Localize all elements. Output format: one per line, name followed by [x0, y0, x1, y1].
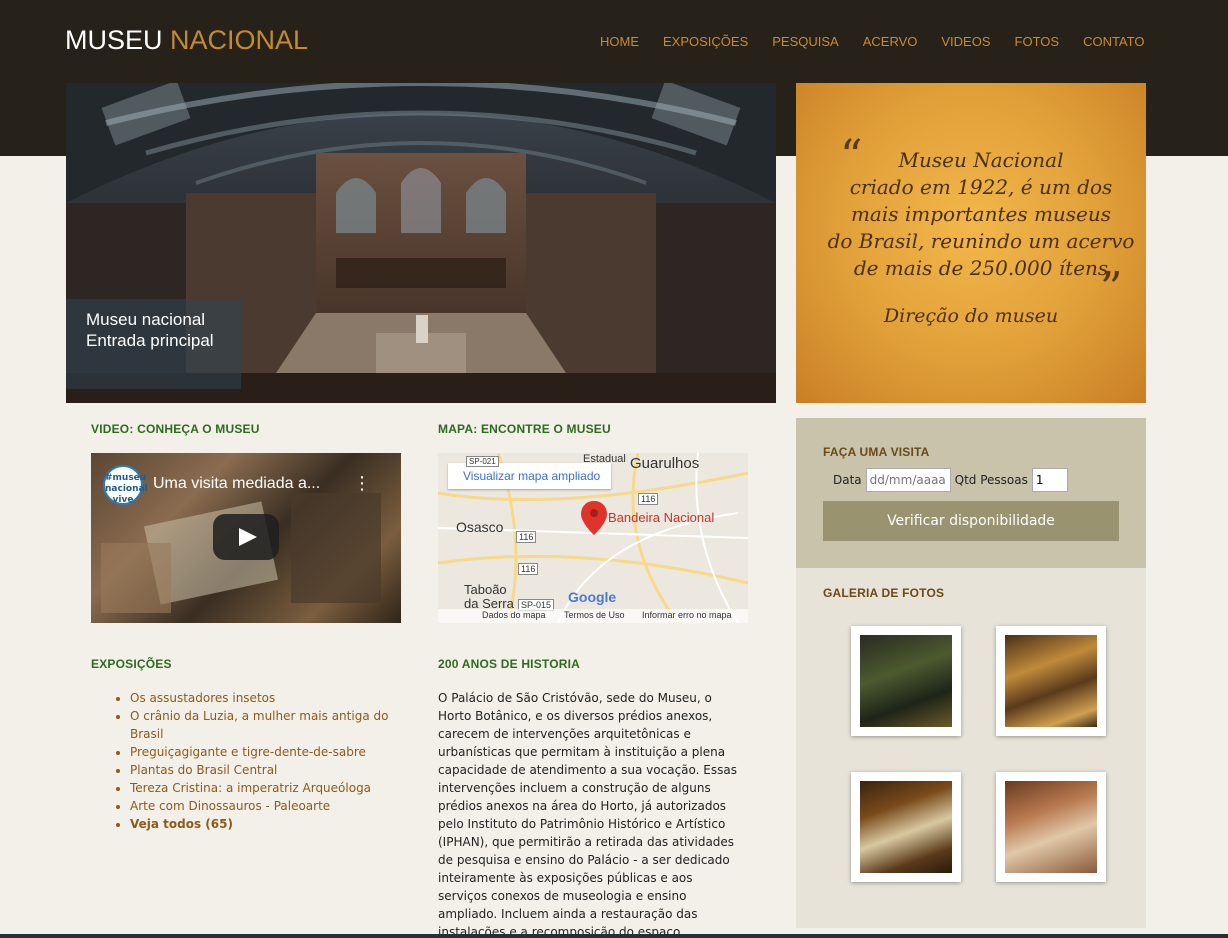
map-terms-link[interactable]: Termos de Uso	[564, 610, 625, 620]
quote-line: de mais de 250.000 ítens	[853, 256, 1109, 280]
visit-form-row: Data Qtd Pessoas	[833, 468, 1119, 492]
gallery-photo[interactable]	[996, 772, 1106, 882]
quote-line: Museu Nacional	[898, 148, 1064, 172]
gallery-photo[interactable]	[851, 772, 961, 882]
check-availability-button[interactable]: Verificar disponibilidade	[823, 501, 1119, 541]
road-shield: 116	[516, 531, 537, 543]
hero-caption: Museu nacional Entrada principal	[66, 299, 241, 389]
list-item: Preguiçagigante e tigre-dente-de-sabre	[130, 743, 410, 761]
date-field[interactable]	[865, 468, 951, 492]
date-label: Data	[833, 473, 862, 487]
list-item: O crânio da Luzia, a mulher mais antiga …	[130, 707, 410, 743]
list-item: Arte com Dinossauros - Paleoarte	[130, 797, 410, 815]
exposicao-link[interactable]: Os assustadores insetos	[130, 691, 275, 705]
exposicao-link[interactable]: O crânio da Luzia, a mulher mais antiga …	[130, 709, 388, 741]
play-icon[interactable]	[213, 514, 279, 560]
embedded-map[interactable]: Visualizar mapa ampliado Guarulhos Estad…	[438, 453, 748, 623]
gallery-image	[1005, 635, 1097, 727]
map-place-label: Guarulhos	[630, 455, 700, 472]
site-logo[interactable]: MUSEU NACIONAL	[65, 24, 308, 56]
map-place-label: Estadual	[583, 453, 626, 465]
quote-line: mais importantes museus	[850, 202, 1112, 226]
map-place-label: Taboão da Serra	[464, 582, 514, 611]
video-title[interactable]: Uma visita mediada a...	[153, 475, 320, 493]
nav-home[interactable]: HOME	[600, 34, 639, 50]
quote-author: Direção do museu	[883, 305, 1059, 327]
map-pin-icon[interactable]	[579, 499, 609, 539]
nav-videos[interactable]: VIDEOS	[941, 34, 990, 50]
channel-logo-line: nacional	[105, 484, 148, 494]
channel-logo-line: #museu	[105, 473, 147, 483]
quantity-field[interactable]	[1031, 468, 1068, 492]
nav-contato[interactable]: CONTATO	[1083, 34, 1144, 50]
nav-fotos[interactable]: FOTOS	[1015, 34, 1060, 50]
gallery-image	[860, 635, 952, 727]
gallery-title: GALERIA DE FOTOS	[823, 586, 945, 600]
exposicao-link[interactable]: Arte com Dinossauros - Paleoarte	[130, 799, 330, 813]
gallery-photo[interactable]	[996, 626, 1106, 736]
road-shield: SP-021	[466, 456, 499, 467]
gallery-image	[1005, 781, 1097, 873]
logo-text-nacional: NACIONAL	[170, 25, 309, 55]
gallery-image	[860, 781, 952, 873]
more-options-icon[interactable]: ⋮	[353, 473, 371, 494]
gallery-photo[interactable]	[851, 626, 961, 736]
nav-acervo[interactable]: ACERVO	[863, 34, 918, 50]
map-footer: Dados do mapa Termos de Uso Informar err…	[438, 609, 748, 623]
footer-edge	[0, 934, 1228, 938]
see-all-link[interactable]: Veja todos (65)	[130, 817, 233, 831]
map-place-label: Osasco	[456, 519, 504, 535]
exposicao-link[interactable]: Preguiçagigante e tigre-dente-de-sabre	[130, 745, 366, 759]
video-section-title: VIDEO: CONHEÇA O MUSEU	[91, 422, 260, 436]
list-item: Veja todos (65)	[130, 815, 410, 833]
pin-label: Bandeira Nacional	[608, 510, 715, 525]
quote-panel: “ Museu Nacional criado em 1922, é um do…	[796, 83, 1146, 403]
hero-caption-title: Museu nacional	[86, 310, 206, 329]
logo-text-museu: MUSEU	[65, 25, 163, 55]
hero-caption-subtitle: Entrada principal	[86, 331, 214, 350]
map-report-link[interactable]: Informar erro no mapa	[642, 610, 732, 620]
road-shield: 116	[638, 493, 659, 505]
video-player[interactable]: #museu nacional vive Uma visita mediada …	[91, 453, 401, 623]
map-data-link[interactable]: Dados do mapa	[482, 610, 546, 620]
exposicoes-title: EXPOSIÇÕES	[91, 657, 172, 671]
quote-text: Museu Nacional criado em 1922, é um dos …	[816, 147, 1146, 282]
map-section-title: MAPA: ENCONTRE O MUSEU	[438, 422, 611, 436]
nav-pesquisa[interactable]: PESQUISA	[772, 34, 838, 50]
exposicoes-list: Os assustadores insetos O crânio da Luzi…	[130, 689, 410, 833]
list-item: Plantas do Brasil Central	[130, 761, 410, 779]
channel-logo[interactable]: #museu nacional vive	[103, 465, 148, 505]
main-nav: HOME EXPOSIÇÕES PESQUISA ACERVO VIDEOS F…	[600, 34, 1144, 50]
visit-title: FAÇA UMA VISITA	[823, 445, 930, 459]
visit-panel: FAÇA UMA VISITA Data Qtd Pessoas Verific…	[796, 418, 1146, 568]
list-item: Tereza Cristina: a imperatriz Arqueóloga	[130, 779, 410, 797]
google-logo: Google	[568, 589, 617, 605]
nav-exposicoes[interactable]: EXPOSIÇÕES	[663, 34, 748, 50]
road-shield: 116	[518, 563, 539, 575]
historia-title: 200 ANOS DE HISTORIA	[438, 657, 581, 671]
channel-logo-line: vive	[112, 495, 134, 505]
hero-image: Museu nacional Entrada principal	[66, 83, 776, 403]
quote-line: do Brasil, reunindo um acervo	[827, 229, 1135, 253]
exposicao-link[interactable]: Tereza Cristina: a imperatriz Arqueóloga	[130, 781, 371, 795]
list-item: Os assustadores insetos	[130, 689, 410, 707]
historia-text: O Palácio de São Cristóvão, sede do Muse…	[438, 691, 737, 938]
exposicao-link[interactable]: Plantas do Brasil Central	[130, 763, 277, 777]
qty-label: Qtd Pessoas	[954, 473, 1028, 487]
quote-line: criado em 1922, é um dos	[849, 175, 1113, 199]
